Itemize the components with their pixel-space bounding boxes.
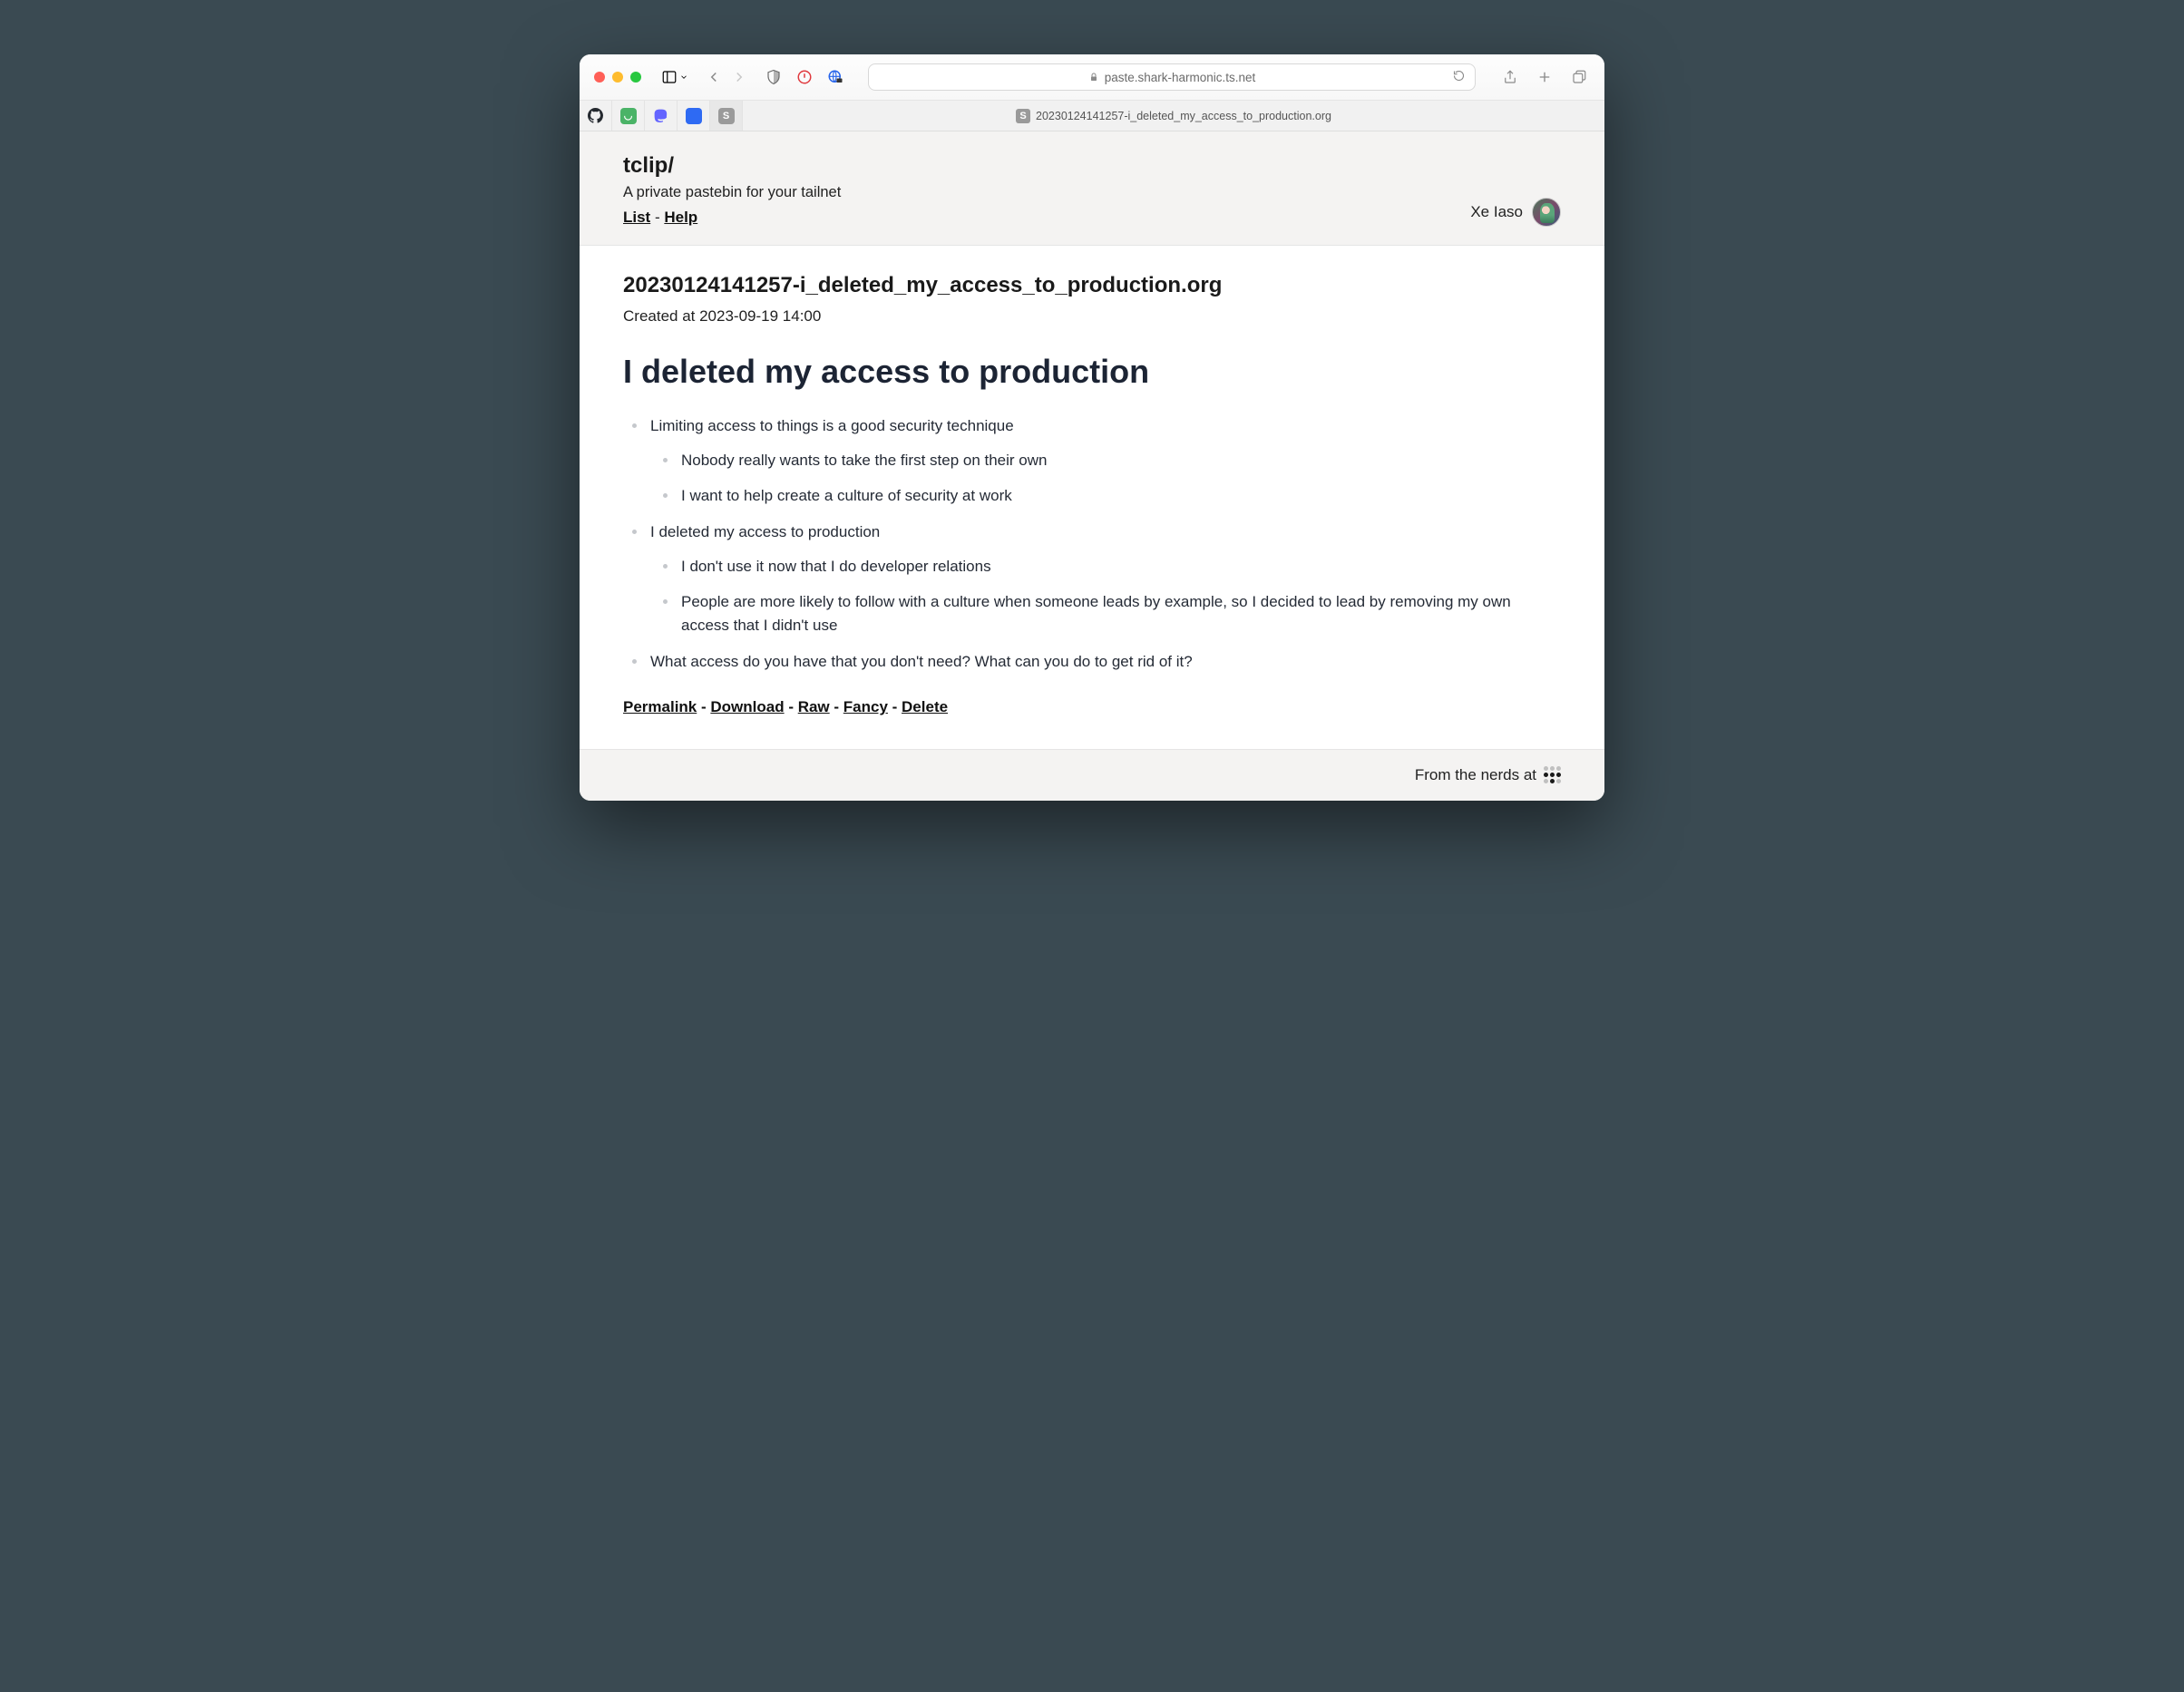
chevron-down-icon bbox=[679, 73, 688, 82]
reload-button[interactable] bbox=[1452, 69, 1466, 85]
lock-icon bbox=[1088, 72, 1099, 83]
raw-link[interactable]: Raw bbox=[798, 698, 830, 715]
back-button[interactable] bbox=[703, 66, 725, 88]
pinned-tab-2[interactable]: ◡ bbox=[612, 101, 645, 131]
action-sep: - bbox=[830, 698, 843, 715]
list-item: People are more likely to follow with a … bbox=[650, 590, 1561, 638]
plus-icon bbox=[1536, 69, 1553, 85]
paste-actions: Permalink - Download - Raw - Fancy - Del… bbox=[623, 698, 1561, 716]
mask-icon: ◡ bbox=[620, 108, 637, 124]
document-body: Limiting access to things is a good secu… bbox=[623, 414, 1561, 675]
share-icon bbox=[1502, 69, 1518, 85]
pinned-tab-mastodon[interactable] bbox=[645, 101, 678, 131]
header-nav: List - Help bbox=[623, 209, 841, 227]
power-circle-icon bbox=[796, 69, 813, 85]
list-item: I want to help create a culture of secur… bbox=[650, 484, 1561, 508]
nav-sep: - bbox=[650, 209, 664, 226]
created-at: Created at 2023-09-19 14:00 bbox=[623, 307, 1561, 326]
tab-title: 20230124141257-i_deleted_my_access_to_pr… bbox=[1036, 110, 1331, 122]
s-icon: S bbox=[718, 108, 735, 124]
paste-filename: 20230124141257-i_deleted_my_access_to_pr… bbox=[623, 273, 1561, 298]
tab-favicon: S bbox=[1016, 109, 1030, 123]
sidebar-toggle-button[interactable] bbox=[661, 69, 688, 85]
share-button[interactable] bbox=[1499, 66, 1521, 88]
list-item: What access do you have that you don't n… bbox=[623, 650, 1561, 674]
action-sep: - bbox=[697, 698, 710, 715]
mastodon-icon bbox=[653, 108, 668, 123]
footer-text: From the nerds at bbox=[1415, 766, 1536, 784]
action-sep: - bbox=[888, 698, 902, 715]
sidebar-icon bbox=[661, 69, 678, 85]
window-controls bbox=[594, 72, 641, 83]
nav-list-link[interactable]: List bbox=[623, 209, 650, 226]
close-window-button[interactable] bbox=[594, 72, 605, 83]
reload-icon bbox=[1452, 69, 1466, 83]
pinned-tab-4[interactable] bbox=[678, 101, 710, 131]
avatar[interactable] bbox=[1532, 198, 1561, 227]
new-tab-button[interactable] bbox=[1534, 66, 1555, 88]
download-link[interactable]: Download bbox=[710, 698, 784, 715]
pinned-tab-5[interactable]: S bbox=[710, 101, 743, 131]
main-content: 20230124141257-i_deleted_my_access_to_pr… bbox=[580, 246, 1604, 749]
username: Xe Iaso bbox=[1470, 203, 1523, 221]
pinned-tabs: ◡ S bbox=[580, 101, 743, 131]
chevron-left-icon bbox=[706, 69, 722, 85]
delete-link[interactable]: Delete bbox=[902, 698, 948, 715]
list-item: Nobody really wants to take the first st… bbox=[650, 449, 1561, 472]
active-tab[interactable]: S 20230124141257-i_deleted_my_access_to_… bbox=[743, 109, 1604, 123]
tab-bar: ◡ S S 20230124141257-i_deleted_my_access… bbox=[580, 101, 1604, 131]
tagline: A private pastebin for your tailnet bbox=[623, 184, 841, 201]
action-sep: - bbox=[785, 698, 798, 715]
chevron-right-icon bbox=[731, 69, 747, 85]
app-header: tclip/ A private pastebin for your tailn… bbox=[580, 131, 1604, 246]
browser-toolbar: paste.shark-harmonic.ts.net bbox=[580, 54, 1604, 101]
tab-overview-button[interactable] bbox=[1568, 66, 1590, 88]
pinned-tab-github[interactable] bbox=[580, 101, 612, 131]
forward-button[interactable] bbox=[728, 66, 750, 88]
square-icon bbox=[686, 108, 702, 124]
list-item: Limiting access to things is a good secu… bbox=[623, 414, 1561, 508]
extension-button-2[interactable] bbox=[824, 66, 846, 88]
privacy-shield-button[interactable] bbox=[763, 66, 785, 88]
footer: From the nerds at bbox=[580, 749, 1604, 801]
github-icon bbox=[588, 108, 603, 123]
extension-button-1[interactable] bbox=[794, 66, 815, 88]
fancy-link[interactable]: Fancy bbox=[843, 698, 888, 715]
tabs-icon bbox=[1571, 69, 1587, 85]
browser-window: paste.shark-harmonic.ts.net ◡ bbox=[580, 54, 1604, 801]
maximize-window-button[interactable] bbox=[630, 72, 641, 83]
shield-icon bbox=[765, 69, 782, 85]
list-item: I don't use it now that I do developer r… bbox=[650, 555, 1561, 579]
address-bar[interactable]: paste.shark-harmonic.ts.net bbox=[868, 63, 1476, 91]
user-area: Xe Iaso bbox=[1470, 198, 1561, 227]
tailscale-logo-icon bbox=[1544, 766, 1561, 783]
minimize-window-button[interactable] bbox=[612, 72, 623, 83]
url-text: paste.shark-harmonic.ts.net bbox=[1105, 71, 1256, 84]
document-heading: I deleted my access to production bbox=[623, 353, 1561, 391]
nav-help-link[interactable]: Help bbox=[664, 209, 697, 226]
brand-title: tclip/ bbox=[623, 153, 841, 179]
permalink-link[interactable]: Permalink bbox=[623, 698, 697, 715]
globe-lock-icon bbox=[827, 69, 843, 85]
list-item: I deleted my access to productionI don't… bbox=[623, 520, 1561, 637]
